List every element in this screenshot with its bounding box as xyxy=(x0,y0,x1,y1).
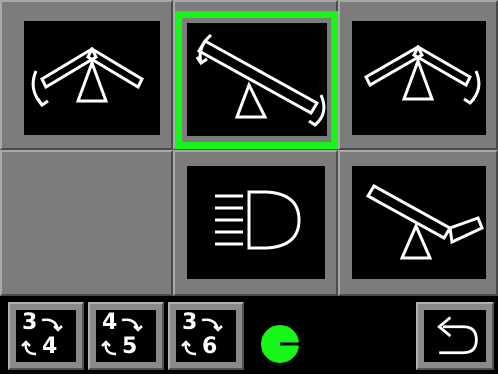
tilt-fold-icon xyxy=(365,183,484,260)
tile-tilt-fold[interactable] xyxy=(352,166,486,279)
tile-cell-headlight[interactable] xyxy=(173,150,338,296)
tile-cell-tilt-rotate[interactable] xyxy=(173,0,338,150)
gear-shift-arrows-icon xyxy=(21,318,63,356)
control-screen: 3 4 4 5 3 6 xyxy=(0,0,498,374)
gear-button-face: 4 5 xyxy=(96,310,156,362)
tilt-rotate-icon xyxy=(195,33,326,127)
empty-cell xyxy=(0,150,173,296)
green-circle-arrow-icon xyxy=(259,323,328,365)
tile-tilt-right-up[interactable] xyxy=(352,21,486,135)
back-button-face xyxy=(424,310,486,362)
return-arrow-icon xyxy=(437,316,478,355)
headlight-icon xyxy=(215,190,301,250)
tilt-both-up-icon xyxy=(31,46,144,108)
tile-cell-tilt-both-up[interactable] xyxy=(0,0,173,150)
gear-shift-arrows-icon xyxy=(181,318,223,356)
back-button[interactable] xyxy=(416,302,494,370)
gear-button-face: 3 4 xyxy=(16,310,76,362)
tile-cell-tilt-fold[interactable] xyxy=(338,150,498,296)
tile-headlight[interactable] xyxy=(187,166,325,279)
gear-button-2[interactable]: 3 6 xyxy=(168,302,244,370)
gear-shift-arrows-icon xyxy=(101,318,143,356)
tile-cell-tilt-right-up[interactable] xyxy=(338,0,498,150)
gear-button-0[interactable]: 3 4 xyxy=(8,302,84,370)
gear-button-face: 3 6 xyxy=(176,310,236,362)
tilt-right-up-icon xyxy=(364,44,481,105)
gear-button-1[interactable]: 4 5 xyxy=(88,302,164,370)
tile-tilt-rotate[interactable] xyxy=(187,23,327,136)
tile-tilt-both-up[interactable] xyxy=(24,21,160,135)
